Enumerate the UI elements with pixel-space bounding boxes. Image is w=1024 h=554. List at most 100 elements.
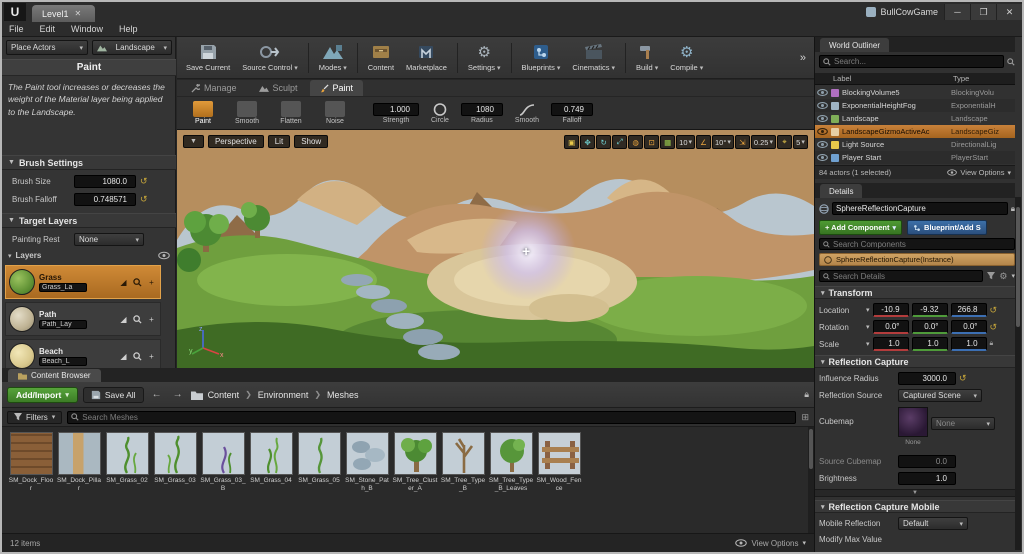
- content-browser-tab[interactable]: Content Browser: [8, 369, 101, 382]
- eye-icon[interactable]: [817, 128, 828, 135]
- outliner-row-blockingvolume[interactable]: BlockingVolume5 BlockingVolu: [815, 86, 1015, 99]
- outliner-row-landscape[interactable]: Landscape Landscape: [815, 112, 1015, 125]
- details-tab[interactable]: Details: [820, 184, 863, 198]
- tab-paint[interactable]: Paint: [309, 80, 364, 96]
- brush-settings-header[interactable]: ▼ Brush Settings: [2, 155, 176, 170]
- details-scrollbar[interactable]: [1015, 197, 1021, 550]
- reset-to-default-icon[interactable]: ↺: [990, 322, 998, 332]
- tab-sculpt[interactable]: Sculpt: [249, 80, 308, 96]
- toolbar-overflow-button[interactable]: »: [796, 52, 810, 64]
- chevron-down-icon[interactable]: ▾: [866, 323, 870, 331]
- eye-icon[interactable]: [817, 141, 828, 148]
- cubemap-label[interactable]: Cubemap: [819, 407, 895, 426]
- tab-close-icon[interactable]: ✕: [75, 9, 82, 18]
- search-meshes-input[interactable]: [82, 412, 793, 422]
- cubemap-preview-swatch[interactable]: [898, 407, 928, 437]
- source-cubemap-angle-input[interactable]: [898, 455, 956, 468]
- modes-button[interactable]: Modes ▾: [314, 41, 352, 74]
- camera-perspective-button[interactable]: Perspective: [207, 135, 264, 148]
- outliner-view-options-button[interactable]: View Options ▾: [947, 168, 1011, 177]
- reset-to-default-icon[interactable]: ↺: [959, 374, 967, 383]
- rotate-tool-icon[interactable]: ↻: [596, 135, 612, 149]
- asset-sm-tree-cluster-a[interactable]: SM_Tree_Cluster_A: [393, 432, 437, 533]
- layer-item-path[interactable]: Path ◢ +: [5, 302, 161, 336]
- view-mode-button[interactable]: Lit: [267, 135, 291, 148]
- outliner-column-header[interactable]: Label Type: [815, 73, 1015, 85]
- influence-radius-label[interactable]: Influence Radius: [819, 374, 895, 383]
- source-cubemap-angle-label[interactable]: Source Cubemap: [819, 457, 895, 466]
- eyedropper-icon[interactable]: ◢: [118, 351, 129, 362]
- tool-paint[interactable]: Paint: [183, 101, 223, 125]
- search-details-box[interactable]: [819, 270, 984, 282]
- tool-noise[interactable]: Noise: [315, 101, 355, 125]
- build-button[interactable]: Build ▾: [631, 41, 663, 74]
- funnel-icon[interactable]: [987, 272, 996, 280]
- search-meshes-box[interactable]: [67, 410, 797, 424]
- eye-icon[interactable]: [817, 102, 828, 109]
- add-layer-icon[interactable]: +: [146, 351, 157, 362]
- asset-sm-grass-02[interactable]: SM_Grass_02: [105, 432, 149, 533]
- menu-file[interactable]: File: [2, 23, 31, 35]
- asset-sm-dock-floor[interactable]: SM_Dock_Floor: [9, 432, 53, 533]
- eyedropper-icon[interactable]: ◢: [118, 314, 129, 325]
- breadcrumb-meshes[interactable]: Meshes: [327, 390, 359, 400]
- reflection-source-label[interactable]: Reflection Source: [819, 391, 895, 400]
- breadcrumb-content[interactable]: Content: [208, 390, 240, 400]
- outliner-row-lightsource[interactable]: Light Source DirectionalLig: [815, 138, 1015, 151]
- add-component-button[interactable]: + Add Component ▾: [819, 220, 903, 235]
- world-outliner-tab[interactable]: World Outliner: [820, 38, 889, 52]
- outliner-search-input[interactable]: [834, 57, 1000, 66]
- translate-tool-icon[interactable]: ✥: [580, 135, 596, 149]
- marketplace-button[interactable]: Marketplace: [401, 41, 452, 74]
- rotation-x-input[interactable]: [872, 320, 909, 334]
- menu-window[interactable]: Window: [64, 23, 110, 35]
- camera-speed-value[interactable]: 5 ▾: [793, 135, 808, 149]
- tool-flatten[interactable]: Flatten: [271, 101, 311, 125]
- viewport-options-button[interactable]: ▼: [183, 135, 204, 148]
- grid-snap-value[interactable]: 10 ▾: [676, 135, 696, 149]
- rotation-z-input[interactable]: [950, 320, 987, 334]
- compile-button[interactable]: ⚙ Compile ▾: [665, 41, 708, 74]
- add-import-button[interactable]: Add/Import ▾: [7, 386, 78, 403]
- painting-restriction-dropdown[interactable]: None ▾: [74, 233, 144, 246]
- reflection-capture-mobile-header[interactable]: ▾ Reflection Capture Mobile: [815, 500, 1015, 513]
- find-in-browser-icon[interactable]: [132, 314, 143, 325]
- transform-section-header[interactable]: ▾ Transform: [815, 286, 1015, 299]
- viewport[interactable]: ▼ Perspective Lit Show ▣ ✥ ↻ ⤢ ◍ ⊡ ▦ 10 ▾…: [177, 130, 814, 368]
- search-components-box[interactable]: [819, 238, 1015, 250]
- eye-icon[interactable]: [817, 154, 828, 161]
- beach-layer-name-field[interactable]: [39, 356, 87, 366]
- asset-sm-dock-pillar[interactable]: SM_Dock_Pillar: [57, 432, 101, 533]
- window-minimize-button[interactable]: ─: [944, 4, 970, 20]
- asset-sm-stone-path-b[interactable]: SM_Stone_Path_B: [345, 432, 389, 533]
- outliner-row-heightfog[interactable]: ExponentialHeightFog ExponentialH: [815, 99, 1015, 112]
- target-layers-header[interactable]: ▼ Target Layers: [2, 213, 176, 228]
- find-in-browser-icon[interactable]: [132, 277, 143, 288]
- source-control-button[interactable]: Source Control ▾: [237, 41, 303, 74]
- eyedropper-icon[interactable]: ◢: [118, 277, 129, 288]
- reset-to-default-icon[interactable]: ↺: [140, 195, 148, 204]
- outliner-row-playerstart[interactable]: Player Start PlayerStart: [815, 151, 1015, 164]
- search-options-icon[interactable]: [1007, 57, 1015, 66]
- world-local-toggle-icon[interactable]: ◍: [628, 135, 644, 149]
- modify-max-value-label[interactable]: Modify Max Value: [819, 535, 882, 544]
- level-tab[interactable]: Level1 ✕: [32, 5, 96, 22]
- mobile-reflection-dropdown[interactable]: Default ▾: [898, 517, 968, 530]
- section-splitter[interactable]: ▼: [815, 489, 1015, 497]
- place-actors-dropdown[interactable]: Place Actors ▾: [6, 40, 88, 55]
- mobile-reflection-label[interactable]: Mobile Reflection: [819, 519, 895, 528]
- cinematics-button[interactable]: Cinematics ▾: [567, 41, 620, 74]
- brightness-input[interactable]: [898, 472, 956, 485]
- rotation-y-input[interactable]: [911, 320, 948, 334]
- brush-size-input[interactable]: [74, 175, 136, 188]
- reset-to-default-icon[interactable]: ↺: [990, 305, 998, 315]
- eye-icon[interactable]: [817, 89, 828, 96]
- column-type[interactable]: Type: [953, 74, 1015, 83]
- search-components-input[interactable]: [833, 239, 1011, 249]
- add-layer-icon[interactable]: +: [146, 314, 157, 325]
- influence-radius-input[interactable]: [898, 372, 956, 385]
- outliner-search-box[interactable]: [819, 55, 1004, 68]
- scale-z-input[interactable]: [950, 337, 987, 351]
- window-close-button[interactable]: ✕: [996, 4, 1022, 20]
- content-button[interactable]: Content: [363, 41, 399, 74]
